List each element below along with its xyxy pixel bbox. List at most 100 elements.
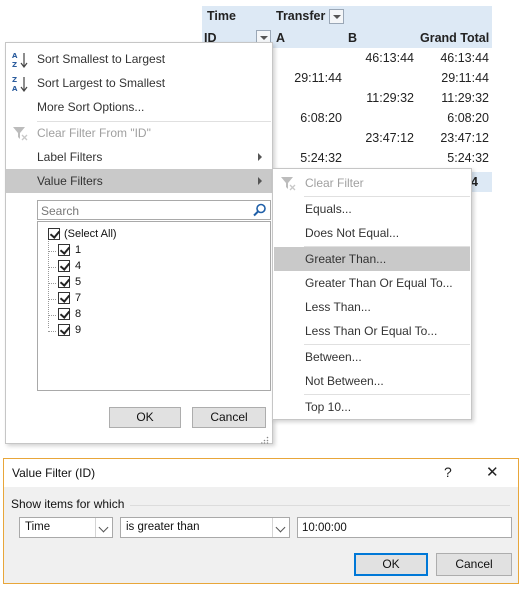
submenu-label: Between... [305,350,362,364]
submenu-label: Less Than... [305,300,371,314]
clear-filter-label: Clear Filter From "ID" [37,126,151,140]
close-button[interactable]: ✕ [486,463,499,481]
list-item-label: 8 [75,308,82,320]
cell-a: 5:24:32 [300,151,342,165]
submenu-equals[interactable]: Equals... [274,197,470,221]
sort-descending-item[interactable]: Z A Sort Largest to Smallest [6,71,272,95]
clear-filter-item: Clear Filter From "ID" [6,121,272,145]
checkbox-checked[interactable] [58,308,70,320]
pivot-header-row-1: Time Transfer [202,6,492,28]
tree-line [48,283,56,284]
value-filter-dialog: Value Filter (ID) ? ✕ Show items for whi… [3,458,519,584]
submenu-greater-or-equal[interactable]: Greater Than Or Equal To... [274,271,470,295]
field-select[interactable]: Time [19,517,113,538]
submenu-top-10[interactable]: Top 10... [274,395,470,419]
pivot-col-a: A [276,31,286,45]
cell-b: 46:13:44 [365,51,414,65]
tree-line [48,315,56,316]
tree-line [48,232,49,328]
column-filter-dropdown[interactable] [329,9,344,24]
checkbox-checked[interactable] [58,292,70,304]
group-label: Show items for which [11,497,125,511]
tree-line [48,251,56,252]
clear-filter-icon [280,175,296,191]
filter-dropdown-menu: A Z Sort Smallest to Largest Z A Sort La… [5,42,273,444]
tree-line [48,331,56,332]
dialog-titlebar[interactable]: Value Filter (ID) ? ✕ [4,459,518,487]
help-button[interactable]: ? [444,464,452,480]
ok-button[interactable]: OK [109,407,181,428]
cell-total: 6:08:20 [447,111,489,125]
cell-total: 46:13:44 [440,51,489,65]
svg-text:A: A [12,85,18,93]
submenu-label: Clear Filter [305,176,364,190]
clear-filter-icon [12,125,28,141]
value-filters-submenu: Clear Filter Equals... Does Not Equal...… [272,168,472,420]
submenu-label: Does Not Equal... [305,226,400,240]
list-item-label: 5 [75,276,82,288]
value-input-box[interactable] [297,517,512,538]
submenu-label: Greater Than... [305,252,387,266]
submenu-label: Equals... [305,202,352,216]
sort-ascending-item[interactable]: A Z Sort Smallest to Largest [6,47,272,71]
submenu-label: Not Between... [305,374,384,388]
list-item-label: 7 [75,292,82,304]
tree-line [48,299,56,300]
operator-select-value: is greater than [126,521,200,533]
more-sort-options-item[interactable]: More Sort Options... [6,95,272,119]
submenu-greater-than[interactable]: Greater Than... [274,247,470,271]
cell-a: 29:11:44 [294,71,342,85]
svg-text:Z: Z [12,61,17,69]
checkbox-checked[interactable] [48,228,60,240]
cancel-button[interactable]: Cancel [192,407,266,428]
submenu-clear-filter: Clear Filter [274,171,470,195]
dialog-ok-button[interactable]: OK [354,553,428,576]
cell-b: 23:47:12 [365,131,414,145]
value-filters-item[interactable]: Value Filters [6,169,272,193]
svg-text:A: A [12,52,18,60]
submenu-label: Greater Than Or Equal To... [305,276,453,290]
pivot-col-grand-total: Grand Total [420,31,490,45]
sort-descending-icon: Z A [12,75,28,93]
pivot-values-field: Time [207,9,236,23]
chevron-down-icon[interactable] [272,518,289,537]
operator-select[interactable]: is greater than [120,517,290,538]
list-item-label: 1 [75,244,82,256]
label-filters-label: Label Filters [37,150,103,164]
cell-total: 5:24:32 [447,151,489,165]
sort-ascending-label: Sort Smallest to Largest [37,52,166,66]
search-placeholder: Search [41,204,80,218]
cell-total: 11:29:32 [441,91,489,105]
resize-grip-icon[interactable] [261,433,269,444]
checkbox-checked[interactable] [58,260,70,272]
list-item-label: 9 [75,324,82,336]
cell-a: 6:08:20 [300,111,342,125]
checkbox-checked[interactable] [58,324,70,336]
checkbox-checked[interactable] [58,276,70,288]
sort-descending-label: Sort Largest to Smallest [37,76,166,90]
submenu-arrow-icon [258,177,262,185]
submenu-between[interactable]: Between... [274,345,470,369]
checkbox-checked[interactable] [58,244,70,256]
dialog-title: Value Filter (ID) [12,466,96,480]
chevron-down-icon[interactable] [95,518,112,537]
label-filters-item[interactable]: Label Filters [6,145,272,169]
cell-b: 11:29:32 [366,91,414,105]
tree-line [48,267,56,268]
submenu-less-or-equal[interactable]: Less Than Or Equal To... [274,319,470,343]
svg-text:Z: Z [12,76,17,84]
list-item-label: (Select All) [64,228,117,240]
submenu-less-than[interactable]: Less Than... [274,295,470,319]
search-icon [253,203,267,217]
filter-value-list[interactable]: (Select All) 1 4 5 7 8 9 [37,221,271,391]
value-input[interactable] [298,518,503,537]
search-box[interactable]: Search [37,200,271,220]
dialog-cancel-button[interactable]: Cancel [436,553,512,576]
submenu-does-not-equal[interactable]: Does Not Equal... [274,221,470,245]
submenu-label: Less Than Or Equal To... [305,324,438,338]
pivot-column-header: Transfer [276,9,326,23]
pivot-col-b: B [348,31,358,45]
submenu-arrow-icon [258,153,262,161]
more-sort-options-label: More Sort Options... [37,100,145,114]
submenu-not-between[interactable]: Not Between... [274,369,470,393]
